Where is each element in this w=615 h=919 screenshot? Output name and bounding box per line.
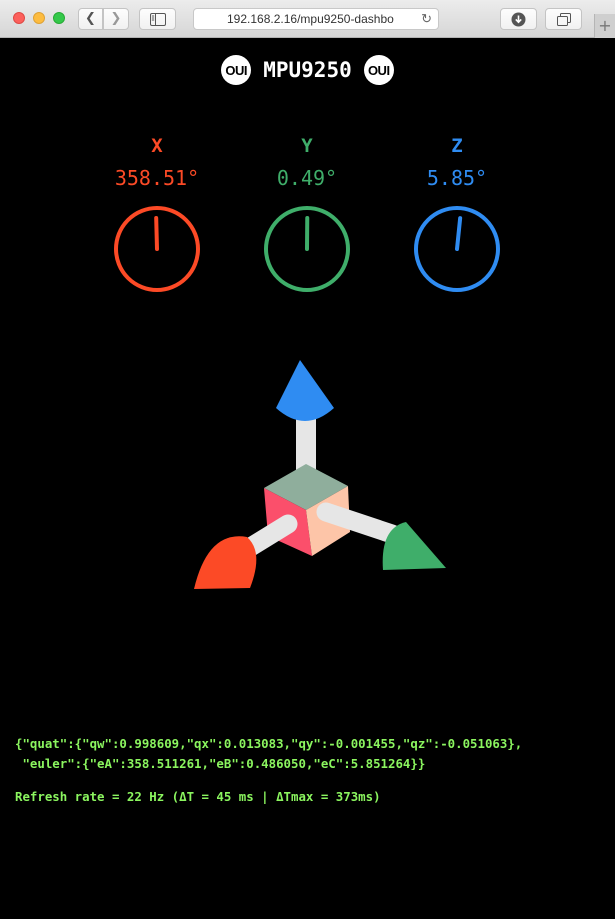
orientation-3d-model xyxy=(194,360,446,589)
address-bar[interactable]: 192.168.2.16/mpu9250-dashbo ↻ xyxy=(193,8,439,30)
axis-y-dial xyxy=(264,206,350,292)
axis-z-label: Z xyxy=(451,135,463,157)
chevron-right-icon: ❯ xyxy=(110,11,122,26)
z-axis-cone xyxy=(276,360,334,421)
maximize-window-button[interactable] xyxy=(53,12,65,24)
oui-logo-right: OUI xyxy=(363,55,394,85)
address-url: 192.168.2.16/mpu9250-dashbo xyxy=(227,12,394,26)
reload-icon[interactable]: ↻ xyxy=(418,9,432,29)
tabs-icon xyxy=(556,13,571,26)
axis-z-value: 5.85° xyxy=(426,166,488,190)
axis-y-label: Y xyxy=(301,135,313,157)
plus-icon: + xyxy=(598,16,612,35)
download-icon xyxy=(511,12,526,27)
close-window-button[interactable] xyxy=(13,12,25,24)
axis-x-gauge: X 358.51° xyxy=(102,134,212,293)
refresh-rate-text: Refresh rate = 22 Hz (ΔT = 45 ms | ΔTmax… xyxy=(15,789,381,804)
axis-z-dial-needle xyxy=(455,216,463,251)
back-button[interactable]: ❮ xyxy=(78,8,103,30)
axis-x-dial-needle xyxy=(154,216,159,251)
axis-z-gauge: Z 5.85° xyxy=(402,134,512,293)
new-tab-button[interactable]: + xyxy=(594,14,615,38)
page-header: OUI MPU9250 OUI xyxy=(0,55,615,85)
json-line-euler: "euler":{"eA":358.511261,"eB":0.486050,"… xyxy=(15,756,426,771)
axis-x-label: X xyxy=(151,135,163,157)
axis-y-value: 0.49° xyxy=(276,166,338,190)
oui-logo-left: OUI xyxy=(221,55,252,85)
page-title: MPU9250 xyxy=(263,58,352,82)
sensor-json-output: {"quat":{"qw":0.998609,"qx":0.013083,"qy… xyxy=(15,734,610,774)
json-line-quaternion: {"quat":{"qw":0.998609,"qx":0.013083,"qy… xyxy=(15,736,523,751)
sidebar-icon xyxy=(149,13,166,26)
axis-x-value: 358.51° xyxy=(114,166,200,190)
downloads-button[interactable] xyxy=(500,8,537,30)
chevron-left-icon: ❮ xyxy=(85,11,96,26)
browser-toolbar: ❮ ❯ 192.168.2.16/mpu9250-dashbo ↻ + xyxy=(0,0,615,38)
x-axis-cone xyxy=(194,536,257,589)
forward-button[interactable]: ❯ xyxy=(103,8,129,30)
axis-z-dial xyxy=(414,206,500,292)
axis-y-gauge: Y 0.49° xyxy=(252,134,362,293)
minimize-window-button[interactable] xyxy=(33,12,45,24)
show-tabs-button[interactable] xyxy=(545,8,582,30)
axis-x-dial xyxy=(114,206,200,292)
sidebar-toggle-button[interactable] xyxy=(139,8,176,30)
